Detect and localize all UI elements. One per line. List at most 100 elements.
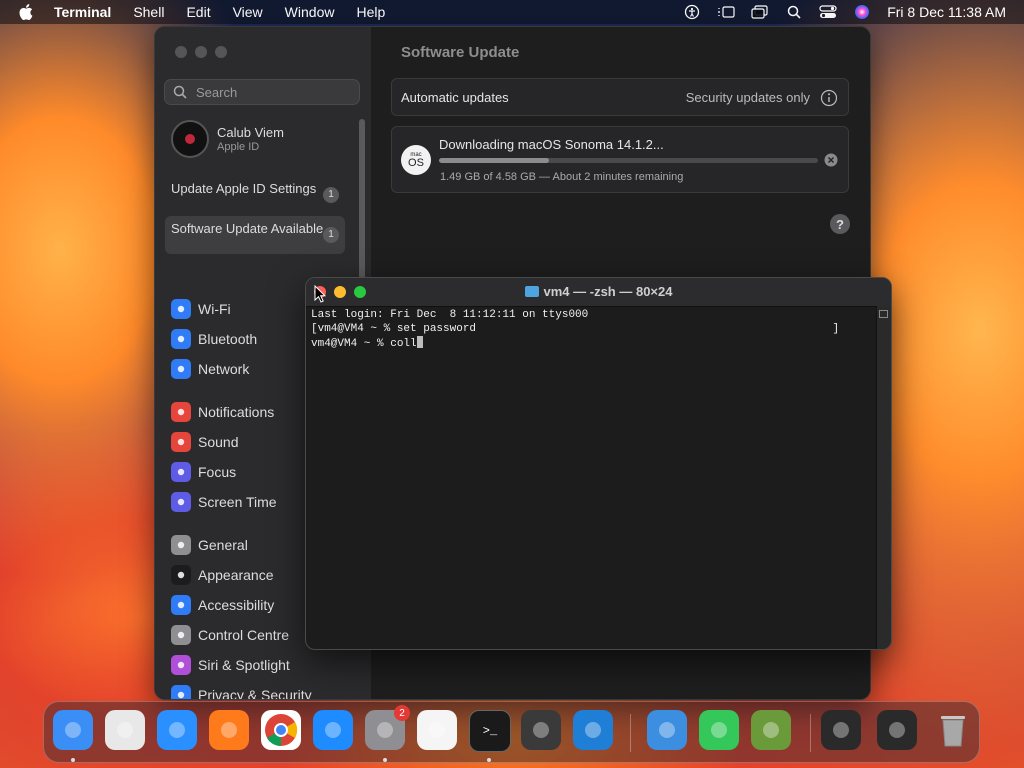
globe-icon [171, 359, 191, 379]
account-subtitle: Apple ID [217, 141, 260, 153]
search-input[interactable] [194, 83, 348, 101]
text-cursor [416, 336, 423, 348]
accessibility-status-icon[interactable] [683, 4, 701, 20]
dock-finder-window-2-icon[interactable] [877, 710, 917, 750]
info-icon[interactable] [820, 89, 838, 107]
notice-update-apple-id[interactable]: Update Apple ID Settings 1 [165, 176, 345, 214]
dock-finder-window-1-icon[interactable] [821, 710, 861, 750]
sidebar-item-wi-fi[interactable]: Wi-Fi [171, 298, 231, 320]
menu-app-name[interactable]: Terminal [54, 4, 111, 20]
stage-manager-icon[interactable] [717, 4, 735, 20]
folder-icon [524, 286, 539, 297]
automatic-updates-value: Security updates only [685, 90, 810, 105]
sidebar-item-appearance[interactable]: Appearance [171, 564, 274, 586]
terminal-prompt-line: vm4@VM4 ~ % coll [311, 338, 417, 350]
dock-separator [630, 714, 631, 752]
gear-icon [171, 535, 191, 555]
menu-help[interactable]: Help [356, 4, 385, 20]
dock-trash-icon[interactable] [933, 710, 973, 750]
running-indicator [383, 758, 387, 762]
dock-vscode-icon[interactable] [573, 710, 613, 750]
sidebar-item-label: Sound [198, 434, 239, 450]
settings-search-field[interactable] [164, 79, 360, 105]
siri-icon[interactable] [853, 4, 871, 20]
help-button[interactable]: ? [830, 214, 850, 234]
terminal-title: vm4 — -zsh — 80×24 [306, 284, 891, 299]
sidebar-scrollbar[interactable] [359, 119, 365, 279]
sidebar-item-label: General [198, 537, 248, 553]
cancel-download-icon[interactable] [824, 153, 838, 167]
control-centre-icon[interactable] [819, 4, 837, 20]
sidebar-item-privacy-security[interactable]: Privacy & Security [171, 684, 312, 700]
dock-finder-icon[interactable] [53, 710, 93, 750]
sidebar-item-label: Accessibility [198, 597, 275, 613]
terminal-scrollbar[interactable] [876, 306, 891, 649]
screen-mirroring-icon[interactable] [751, 4, 769, 20]
minimize-button[interactable] [195, 46, 207, 58]
hourglass-icon [171, 492, 191, 512]
dock-chrome-icon[interactable] [261, 710, 301, 750]
menu-window[interactable]: Window [285, 4, 335, 20]
sidebar-item-accessibility[interactable]: Accessibility [171, 594, 274, 616]
dock-weather-icon[interactable] [647, 710, 687, 750]
menu-clock[interactable]: Fri 8 Dec 11:38 AM [887, 4, 1006, 20]
control-centre-icon [171, 625, 191, 645]
sidebar-item-general[interactable]: General [171, 534, 248, 556]
terminal-line: Last login: Fri Dec 8 11:12:11 on ttys00… [311, 309, 589, 321]
sidebar-item-label: Wi-Fi [198, 301, 231, 317]
bluetooth-icon [171, 329, 191, 349]
sidebar-item-label: Siri & Spotlight [198, 657, 290, 673]
terminal-window[interactable]: vm4 — -zsh — 80×24 Last login: Fri Dec 8… [305, 277, 892, 650]
dock-system-settings-icon[interactable]: 2 [365, 705, 410, 750]
page-title: Software Update [401, 44, 520, 61]
apple-menu-icon[interactable] [18, 4, 34, 20]
dock-launchpad-icon[interactable] [105, 710, 145, 750]
dock-garageband-icon[interactable] [521, 710, 561, 750]
spotlight-search-icon[interactable] [785, 4, 803, 20]
dock-safari-icon[interactable] [157, 710, 197, 750]
sidebar-item-sound[interactable]: Sound [171, 431, 238, 453]
dock-terminal-icon[interactable]: >_ [469, 710, 511, 752]
automatic-updates-label: Automatic updates [401, 90, 509, 105]
sidebar-item-screen-time[interactable]: Screen Time [171, 491, 277, 513]
notice-label: Software Update Available [171, 221, 324, 236]
sidebar-item-siri-spotlight[interactable]: Siri & Spotlight [171, 654, 290, 676]
notice-badge: 1 [323, 187, 339, 203]
download-card: mac OS Downloading macOS Sonoma 14.1.2..… [391, 126, 849, 193]
bell-icon [171, 402, 191, 422]
sidebar-item-label: Privacy & Security [198, 687, 312, 700]
moon-icon [171, 462, 191, 482]
settings-window-controls [175, 46, 235, 58]
split-pane-button[interactable] [879, 310, 888, 318]
close-button[interactable] [175, 46, 187, 58]
terminal-title-bar[interactable]: vm4 — -zsh — 80×24 [306, 278, 891, 307]
terminal-line: [vm4@VM4 ~ % set password ] [311, 323, 840, 335]
menu-shell[interactable]: Shell [133, 4, 164, 20]
running-indicator [487, 758, 491, 762]
dock: 2 >_ [43, 701, 980, 763]
notice-software-update[interactable]: Software Update Available 1 [165, 216, 345, 254]
hand-icon [171, 685, 191, 699]
sidebar-item-control-centre[interactable]: Control Centre [171, 624, 289, 646]
dock-app-store-icon[interactable] [313, 710, 353, 750]
dock-textedit-icon[interactable] [417, 710, 457, 750]
mouse-pointer-icon [314, 285, 326, 303]
sidebar-item-label: Appearance [198, 567, 274, 583]
dock-facetime-icon[interactable] [699, 710, 739, 750]
dock-firefox-icon[interactable] [209, 710, 249, 750]
account-name: Calub Viem [217, 125, 284, 140]
automatic-updates-row[interactable]: Automatic updates Security updates only [391, 78, 849, 116]
menu-view[interactable]: View [233, 4, 263, 20]
zoom-button[interactable] [215, 46, 227, 58]
accessibility-icon [171, 595, 191, 615]
sidebar-item-notifications[interactable]: Notifications [171, 401, 274, 423]
sidebar-item-label: Screen Time [198, 494, 277, 510]
apple-id-account[interactable]: Calub Viem Apple ID [171, 120, 284, 158]
menu-edit[interactable]: Edit [186, 4, 210, 20]
terminal-output[interactable]: Last login: Fri Dec 8 11:12:11 on ttys00… [311, 308, 839, 351]
sidebar-item-bluetooth[interactable]: Bluetooth [171, 328, 257, 350]
sidebar-item-network[interactable]: Network [171, 358, 249, 380]
download-title: Downloading macOS Sonoma 14.1.2... [439, 137, 664, 152]
sidebar-item-focus[interactable]: Focus [171, 461, 236, 483]
dock-minecraft-icon[interactable] [751, 710, 791, 750]
